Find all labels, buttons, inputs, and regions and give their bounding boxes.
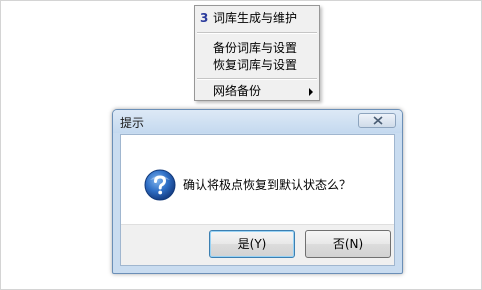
question-icon [144,169,176,201]
menu-separator [197,32,317,34]
dialog-footer: 是(Y) 否(N) [121,224,394,265]
close-button[interactable] [358,113,396,128]
submenu-arrow-icon [309,88,313,96]
dialog-title: 提示 [120,116,145,130]
close-icon [373,116,383,125]
menu-item-label: 网络备份 [213,84,262,98]
dialog-message: 确认将极点恢复到默认状态么？ [183,178,352,192]
menu-item-number: 3 [200,11,209,25]
dialog-titlebar[interactable]: 提示 [113,110,402,133]
no-button[interactable]: 否(N) [305,230,391,258]
yes-button[interactable]: 是(Y) [209,230,295,258]
menu-item-network-backup[interactable]: 网络备份 [197,82,317,101]
menu-item-generate-maintain[interactable]: 3 词库生成与维护 [197,9,317,28]
context-menu: 3 词库生成与维护 备份词库与设置 恢复词库与设置 网络备份 [194,5,320,101]
menu-item-restore[interactable]: 恢复词库与设置 [197,56,317,75]
confirm-dialog: 提示 确认将极点恢复到默认状态么？ 是(Y) 否(N) [112,109,403,274]
dialog-content: 确认将极点恢复到默认状态么？ [121,135,394,227]
menu-separator [197,78,317,80]
menu-item-label: 恢复词库与设置 [213,58,298,72]
menu-item-label: 词库生成与维护 [213,11,298,25]
window-frame: 3 词库生成与维护 备份词库与设置 恢复词库与设置 网络备份 提示 确认将极点恢… [0,0,482,290]
dialog-body: 确认将极点恢复到默认状态么？ 是(Y) 否(N) [120,134,395,266]
